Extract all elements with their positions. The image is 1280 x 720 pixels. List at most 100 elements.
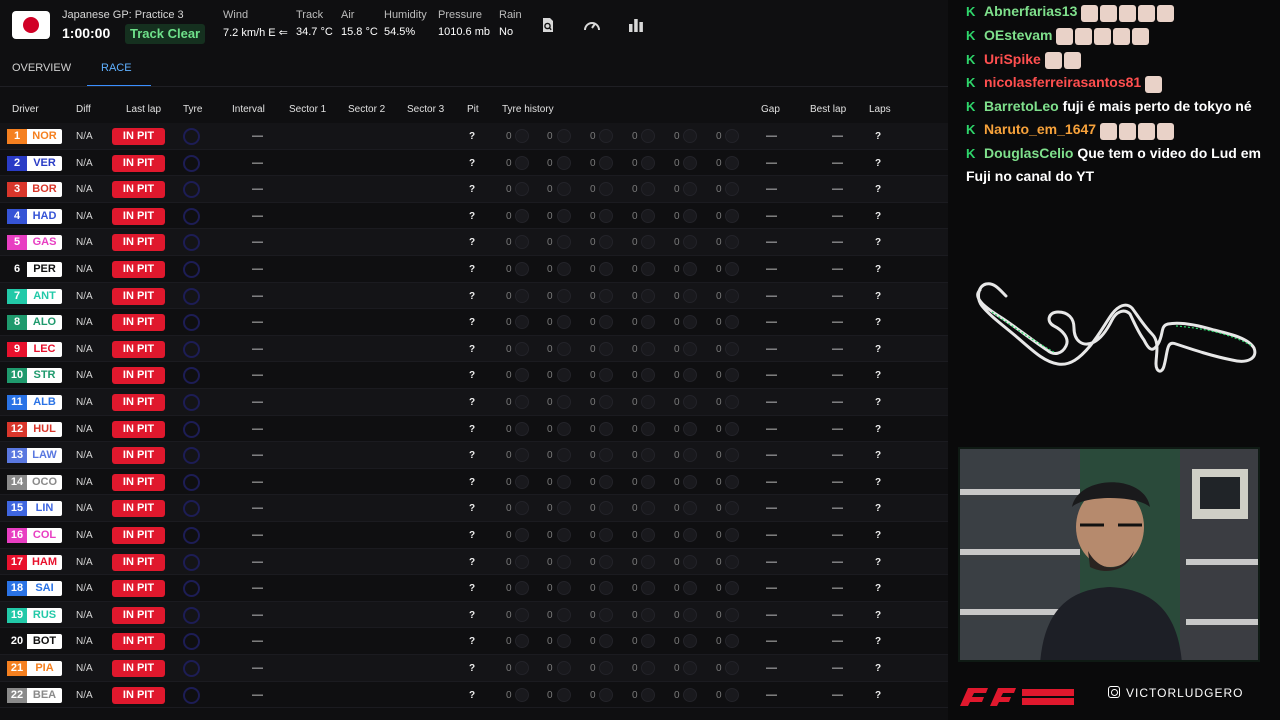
tyre-history-count: 0: [674, 210, 680, 222]
emote-icon: [1118, 122, 1136, 140]
chat-username[interactable]: DouglasCelio: [984, 145, 1073, 161]
chat-username[interactable]: nicolasferreirasantos81: [984, 74, 1141, 90]
col-laps[interactable]: Laps: [869, 104, 891, 115]
chat-message: K OEstevam: [966, 24, 1272, 48]
chat-username[interactable]: BarretoLeo: [984, 98, 1059, 114]
tyre-history-icon: [725, 235, 739, 250]
tyre-history-count: 0: [590, 503, 596, 515]
tyre-icon: [183, 606, 200, 624]
interval-value: —: [252, 156, 263, 169]
driver-code: LEC: [27, 341, 62, 357]
driver-row[interactable]: 4 HAD N/A IN PIT —? 0 0 0 0 0 0 — —?: [0, 203, 948, 230]
chat-username[interactable]: Abnerfarias13: [984, 3, 1077, 19]
driver-row[interactable]: 3 BOR N/A IN PIT —? 0 0 0 0 0 0 — —?: [0, 176, 948, 203]
emote-icon: [1145, 75, 1163, 93]
interval-value: —: [252, 130, 263, 142]
emote-icon: [1113, 28, 1131, 46]
driver-row[interactable]: 11 ALB N/A IN PIT —? 0 0 0 0 0 0 — —?: [0, 389, 948, 416]
tyre-history-icon: [725, 501, 739, 516]
tyre-history-count: 0: [674, 476, 680, 488]
driver-row[interactable]: 18 SAI N/A IN PIT —? 0 0 0 0 0 0 — —?: [0, 575, 948, 602]
col-interval[interactable]: Interval: [232, 104, 265, 115]
tyre-history-count: 0: [506, 530, 512, 541]
col-best-lap[interactable]: Best lap: [810, 104, 846, 115]
chat-username[interactable]: Naruto_em_1647: [984, 121, 1096, 137]
driver-row[interactable]: 15 LIN N/A IN PIT —? 0 0 0 0 0 0 — —?: [0, 495, 948, 522]
driver-row[interactable]: 21 PIA N/A IN PIT —? 0 0 0 0 0 0 — —?: [0, 655, 948, 682]
tyre-history-icon: [599, 208, 613, 223]
tyre-history-icon: [599, 448, 613, 463]
driver-row[interactable]: 16 COL N/A IN PIT —? 0 0 0 0 0 0 — —?: [0, 522, 948, 549]
tyre-history-icon: [725, 182, 739, 197]
driver-row[interactable]: 7 ANT N/A IN PIT —? 0 0 0 0 0 0 — —?: [0, 282, 948, 310]
driver-row[interactable]: 9 LEC N/A IN PIT —? 0 0 0 0 0 0 — —?: [0, 335, 948, 363]
diff-value: N/A: [76, 317, 93, 329]
col-tyre[interactable]: Tyre: [183, 104, 202, 115]
driver-position: 2: [7, 155, 27, 171]
driver-row[interactable]: 2 VER N/A IN PIT —? 0 0 0 0 0 0 — —?: [0, 150, 948, 177]
driver-row[interactable]: 20 BOT N/A IN PIT —? 0 0 0 0 0 0 — —?: [0, 628, 948, 655]
driver-row[interactable]: 8 ALO N/A IN PIT —? 0 0 0 0 0 0 — —?: [0, 309, 948, 336]
col-tyre-history[interactable]: Tyre history: [502, 104, 554, 115]
interval-value: —: [252, 608, 263, 621]
tab-overview[interactable]: OVERVIEW: [12, 62, 71, 74]
driver-row[interactable]: 19 RUS N/A IN PIT —? 0 0 0 0 0 0 — —?: [0, 601, 948, 629]
col-pit[interactable]: Pit: [467, 104, 479, 115]
tyre-history-count: 0: [547, 131, 553, 142]
col-sector-1[interactable]: Sector 1: [289, 104, 326, 115]
tyre-icon: [183, 527, 200, 544]
tyre-history-count: 0: [632, 397, 638, 408]
tyre-icon: [183, 580, 200, 598]
speedometer-icon[interactable]: [582, 15, 602, 35]
tyre-icon: [183, 340, 200, 358]
col-driver[interactable]: Driver: [12, 104, 39, 115]
in-pit-badge: IN PIT: [112, 447, 165, 465]
diff-value: N/A: [76, 663, 93, 674]
tyre-history-icon: [515, 581, 529, 596]
col-sector-2[interactable]: Sector 2: [348, 104, 385, 115]
tab-race[interactable]: RACE: [101, 62, 132, 74]
bar-chart-icon[interactable]: [626, 15, 646, 35]
tyre-history-icon: [557, 474, 571, 489]
tyre-history-icon: [599, 528, 613, 542]
tyre-history-icon: [557, 634, 571, 649]
col-gap[interactable]: Gap: [761, 104, 780, 115]
driver-position: 22: [7, 687, 27, 703]
driver-row[interactable]: 14 OCO N/A IN PIT —? 0 0 0 0 0 0 — —?: [0, 469, 948, 496]
tyre-history-count: 0: [716, 264, 722, 275]
tyre-history-icon: [641, 474, 655, 489]
driver-position: 9: [7, 341, 27, 357]
driver-row[interactable]: 10 STR N/A IN PIT —? 0 0 0 0 0 0 — —?: [0, 362, 948, 389]
tyre-history-icon: [515, 368, 529, 383]
col-last-lap[interactable]: Last lap: [126, 104, 161, 115]
chat-message: K Naruto_em_1647: [966, 118, 1272, 142]
driver-code: PIA: [27, 661, 62, 676]
col-sector-3[interactable]: Sector 3: [407, 104, 444, 115]
best-lap-value: —: [832, 236, 843, 249]
tyre-history-icon: [725, 341, 739, 356]
tyre-icon: [183, 473, 200, 491]
driver-row[interactable]: 5 GAS N/A IN PIT —? 0 0 0 0 0 0 — —?: [0, 229, 948, 256]
driver-row[interactable]: 12 HUL N/A IN PIT —? 0 0 0 0 0 0 — —?: [0, 416, 948, 443]
chat-username[interactable]: UriSpike: [984, 51, 1041, 67]
search-page-icon[interactable]: [538, 15, 558, 35]
driver-row[interactable]: 17 HAM N/A IN PIT —? 0 0 0 0 0 0 — —?: [0, 548, 948, 576]
weather-pressure: Pressure 1010.6 mb: [438, 9, 490, 38]
interval-value: —: [252, 183, 263, 196]
pit-count: ?: [469, 397, 476, 408]
tyre-history-icon: [641, 315, 655, 330]
driver-row[interactable]: 6 PER N/A IN PIT —? 0 0 0 0 0 0 — —?: [0, 256, 948, 283]
tyre-history-count: 0: [547, 609, 553, 621]
tyre-history-icon: [683, 528, 697, 542]
tyre-history-icon: [683, 474, 697, 489]
driver-row[interactable]: 22 BEA N/A IN PIT —? 0 0 0 0 0 0 — —?: [0, 682, 948, 709]
driver-row[interactable]: 1 NOR N/A IN PIT —? 0 0 0 0 0 0 — —?: [0, 123, 948, 150]
driver-row[interactable]: 13 LAW N/A IN PIT —? 0 0 0 0 0 0 — —?: [0, 442, 948, 469]
tyre-history-count: 0: [547, 343, 553, 355]
tyre-history-count: 0: [674, 343, 680, 355]
col-diff[interactable]: Diff: [76, 104, 91, 115]
chat-username[interactable]: OEstevam: [984, 27, 1052, 43]
tyre-history-count: 0: [547, 503, 553, 515]
chat-message: K BarretoLeo fuji é mais perto de tokyo n…: [966, 95, 1272, 118]
laps-value: ?: [875, 370, 882, 382]
